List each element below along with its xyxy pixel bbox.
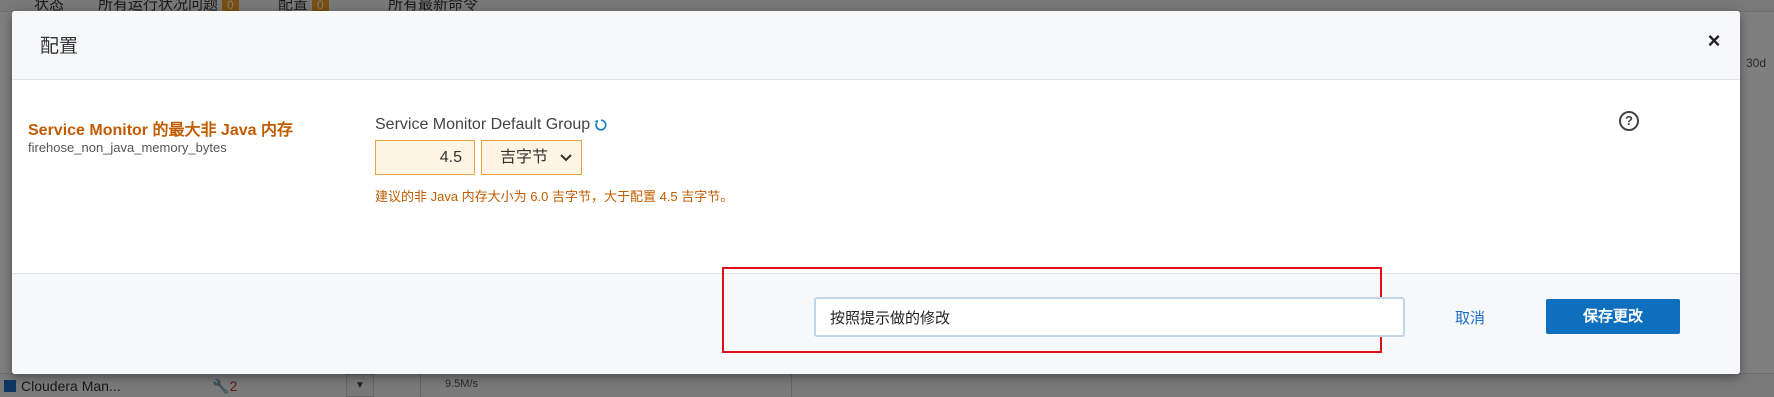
reset-icon[interactable] [594, 118, 608, 132]
unit-select[interactable]: 吉字节 [481, 140, 582, 175]
validation-warning: 建议的非 Java 内存大小为 6.0 吉字节，大于配置 4.5 吉字节。 [375, 189, 734, 204]
cancel-button[interactable]: 取消 [1455, 307, 1485, 328]
property-label: Service Monitor 的最大非 Java 内存 [28, 122, 293, 139]
modal-header: 配置 × [12, 11, 1740, 80]
unit-select-value: 吉字节 [500, 149, 549, 166]
modal-title: 配置 [40, 36, 79, 57]
property-key: firehose_non_java_memory_bytes [28, 140, 227, 155]
config-group-name: Service Monitor Default Group [375, 116, 591, 133]
memory-value-input[interactable] [375, 140, 475, 175]
save-changes-button[interactable]: 保存更改 [1546, 299, 1680, 334]
help-icon[interactable]: ? [1619, 111, 1639, 131]
close-icon[interactable]: × [1704, 30, 1724, 52]
change-reason-input[interactable] [814, 297, 1405, 337]
chevron-down-icon [560, 154, 572, 162]
